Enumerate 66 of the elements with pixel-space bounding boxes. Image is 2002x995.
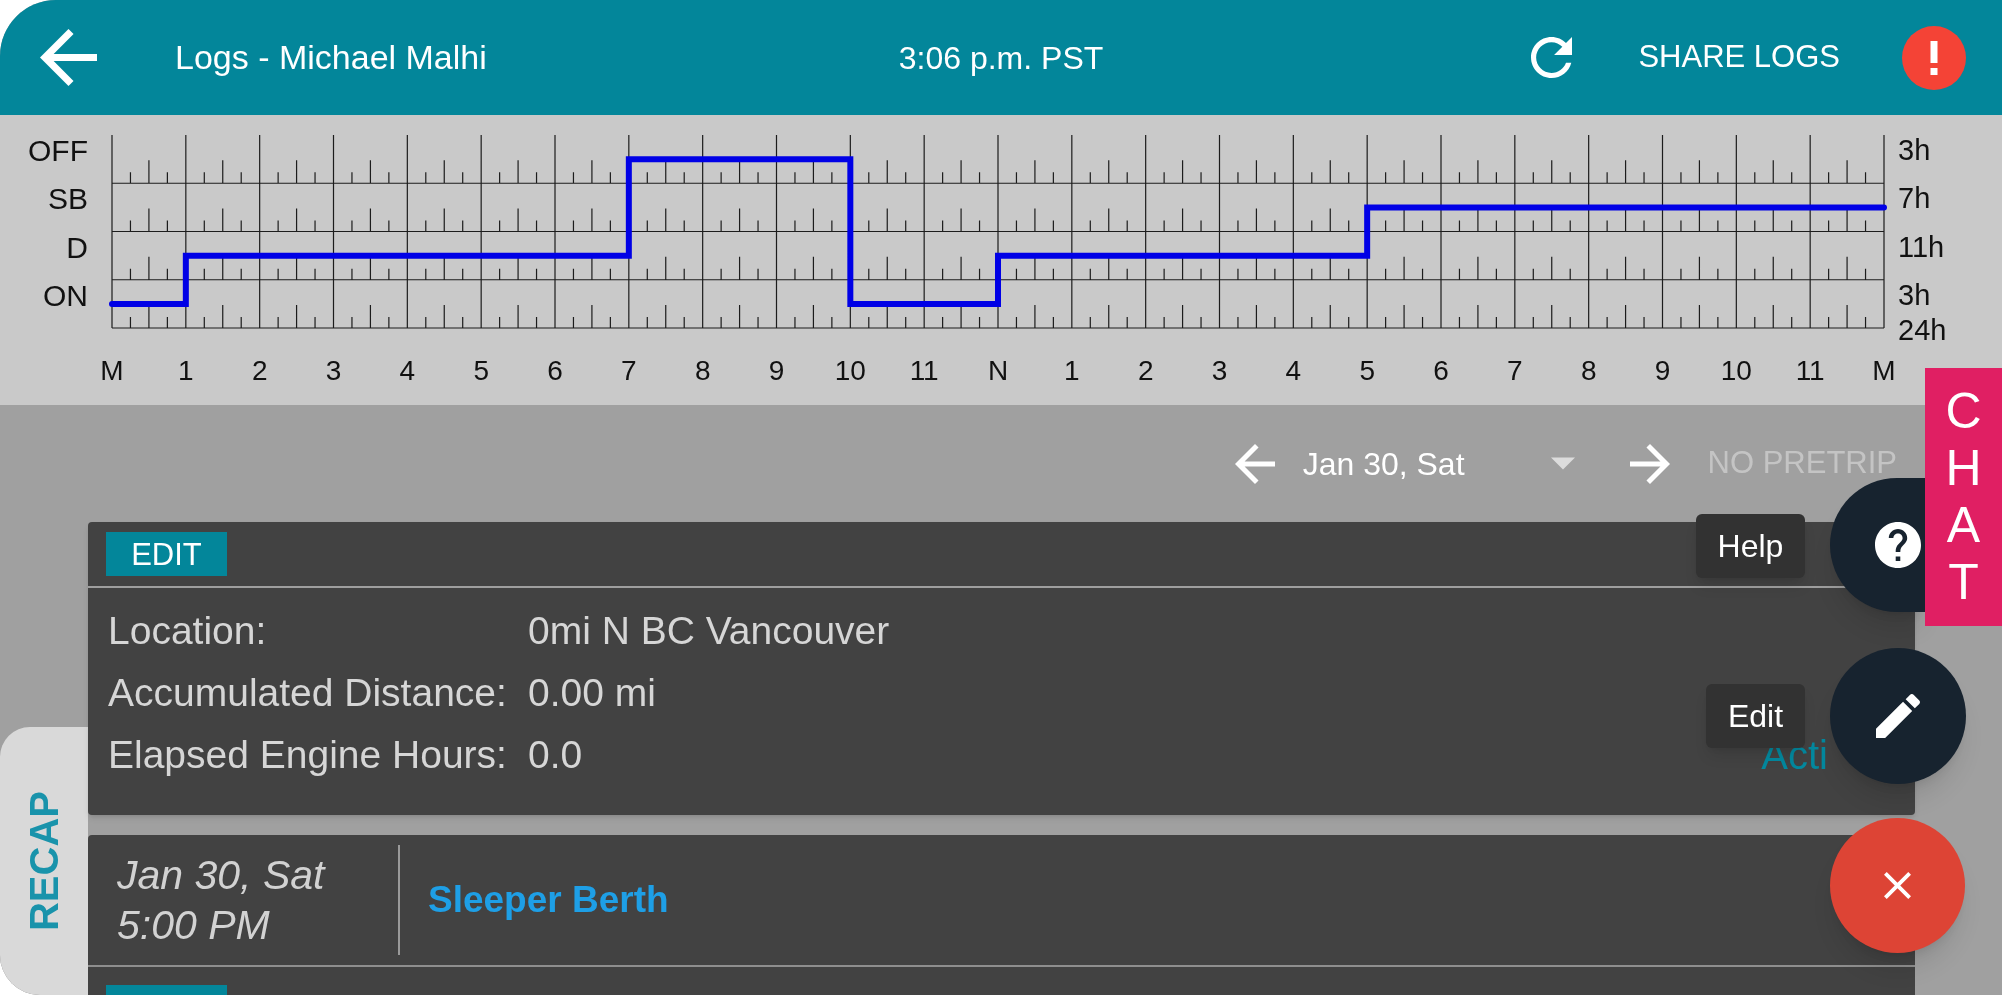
help-icon <box>1875 522 1921 568</box>
edit-button[interactable]: EDIT <box>106 532 227 576</box>
field-label: Location: <box>108 607 268 654</box>
field-value: 0mi N BC Vancouver <box>528 607 890 654</box>
hours-total: 3h <box>1898 134 1931 167</box>
hour-label: 6 <box>547 355 563 386</box>
hour-label: 9 <box>1654 355 1671 386</box>
left-arrow-icon <box>1234 443 1275 484</box>
duty-status-label: SB <box>47 182 88 216</box>
alert-button[interactable] <box>1902 25 1966 90</box>
close-icon <box>1884 872 1911 899</box>
alert-icon <box>1902 25 1966 90</box>
hours-total: 7h <box>1898 182 1931 215</box>
hour-label: 8 <box>1580 355 1597 386</box>
hour-label: 6 <box>1433 355 1449 386</box>
previous-day-button[interactable] <box>1234 443 1275 484</box>
hours-total: 3h <box>1898 278 1931 311</box>
hour-label: 11 <box>1795 355 1825 386</box>
hour-label: 10 <box>1720 355 1752 386</box>
duty-status-label: OFF <box>28 134 88 168</box>
hour-label: 10 <box>834 355 866 386</box>
recap-tab[interactable]: RECAP <box>0 727 88 995</box>
hour-label: 1 <box>1064 355 1080 386</box>
hours-total: 11h <box>1898 230 1945 263</box>
chat-tab[interactable]: CHAT <box>1925 368 2002 626</box>
hour-label: 4 <box>399 355 416 386</box>
share-logs-button[interactable]: SHARE LOGS <box>1638 34 1840 81</box>
hour-label: 3 <box>325 355 342 386</box>
event-date: Jan 30, Sat <box>117 851 327 900</box>
duty-status-label: ON <box>43 278 88 312</box>
hour-label: M <box>1872 355 1896 386</box>
hour-label: 11 <box>909 355 939 386</box>
hour-label: 5 <box>473 355 489 386</box>
help-tooltip: Help <box>1696 514 1805 578</box>
page-title: Logs - Michael Malhi <box>175 37 487 78</box>
event-time: 5:00 PM <box>117 901 271 950</box>
hour-label: 2 <box>251 355 268 386</box>
field-label: Accumulated Distance: <box>108 669 508 716</box>
hour-label: 7 <box>1507 355 1523 386</box>
hour-label: 3 <box>1211 355 1228 386</box>
back-arrow-icon <box>40 29 97 86</box>
field-label: Elapsed Engine Hours: <box>108 731 508 778</box>
right-arrow-icon <box>1629 443 1670 484</box>
refresh-icon <box>1531 37 1573 78</box>
hour-label: 5 <box>1359 355 1375 386</box>
field-value: 0.0 <box>528 731 583 778</box>
caret-icon <box>1550 457 1575 470</box>
current-time: 3:06 p.m. PST <box>898 38 1104 78</box>
hour-label: M <box>100 355 124 386</box>
duty-status-text: Sleeper Berth <box>428 878 669 923</box>
edit-tooltip: Edit <box>1706 684 1805 748</box>
hour-label: 8 <box>694 355 711 386</box>
hour-label: N <box>987 355 1009 386</box>
hour-label: 4 <box>1285 355 1302 386</box>
pencil-icon <box>1876 694 1920 738</box>
next-day-button[interactable] <box>1629 443 1670 484</box>
date-dropdown[interactable]: Jan 30, Sat <box>1302 439 1575 488</box>
hour-label: 7 <box>621 355 637 386</box>
field-value: 0.00 mi <box>528 669 656 716</box>
hour-label: 2 <box>1137 355 1154 386</box>
back-button[interactable] <box>40 29 97 86</box>
hour-label: 1 <box>178 355 194 386</box>
refresh-button[interactable] <box>1531 37 1573 78</box>
day-total: 24h <box>1898 314 1947 346</box>
hour-label: 9 <box>768 355 785 386</box>
duty-status-label: D <box>66 230 88 264</box>
